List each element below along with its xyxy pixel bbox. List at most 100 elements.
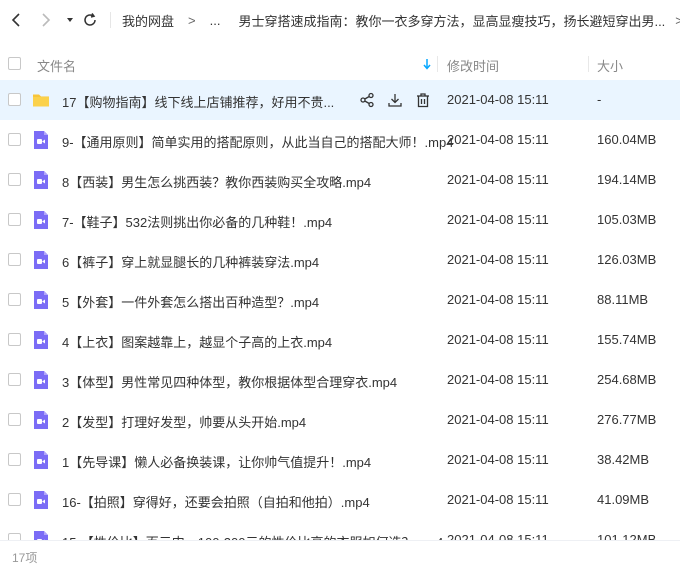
file-size: 41.09MB (597, 492, 650, 507)
column-separator[interactable] (437, 56, 438, 72)
file-modified-time: 2021-04-08 15:11 (447, 412, 549, 427)
file-size: 194.14MB (597, 172, 657, 187)
file-name[interactable]: 9-【通用原则】简单实用的搭配原则，从此当自己的搭配大师！.mp4 (62, 132, 453, 151)
file-modified-time: 2021-04-08 15:11 (447, 252, 549, 267)
breadcrumb-root[interactable]: 我的网盘 (122, 11, 174, 30)
row-checkbox[interactable] (8, 213, 21, 226)
video-file-icon (34, 371, 48, 389)
file-size: 105.03MB (597, 212, 657, 227)
file-name[interactable]: 6【裤子】穿上就显腿长的几种裤装穿法.mp4 (62, 252, 319, 271)
select-all-checkbox[interactable] (8, 57, 21, 70)
file-row[interactable]: 8【西装】男生怎么挑西装？教你西装购买全攻略.mp4 2021-04-08 15… (0, 160, 680, 200)
file-modified-time: 2021-04-08 15:11 (447, 492, 549, 507)
file-row[interactable]: 3【体型】男性常见四种体型，教你根据体型合理穿衣.mp4 2021-04-08 … (0, 360, 680, 400)
file-size: 160.04MB (597, 132, 657, 147)
row-checkbox[interactable] (8, 533, 21, 540)
row-checkbox[interactable] (8, 253, 21, 266)
file-size: 276.77MB (597, 412, 657, 427)
file-row[interactable]: 7-【鞋子】532法则挑出你必备的几种鞋！.mp4 2021-04-08 15:… (0, 200, 680, 240)
column-header-size[interactable]: 大小 (597, 56, 623, 75)
video-file-icon (34, 211, 48, 229)
file-row[interactable]: 5【外套】一件外套怎么搭出百种造型？.mp4 2021-04-08 15:11 … (0, 280, 680, 320)
breadcrumb-trailing-separator[interactable]: > (675, 13, 680, 28)
sort-arrow-down-icon[interactable] (422, 58, 432, 70)
history-dropdown-button[interactable] (60, 10, 80, 30)
file-modified-time: 2021-04-08 15:11 (447, 372, 549, 387)
file-size: 101.12MB (597, 532, 657, 540)
row-checkbox[interactable] (8, 373, 21, 386)
file-name[interactable]: 7-【鞋子】532法则挑出你必备的几种鞋！.mp4 (62, 212, 332, 231)
file-row[interactable]: 16-【拍照】穿得好，还要会拍照（自拍和他拍）.mp4 2021-04-08 1… (0, 480, 680, 520)
row-checkbox[interactable] (8, 293, 21, 306)
column-header-name[interactable]: 文件名 (37, 56, 76, 75)
file-name[interactable]: 1【先导课】懒人必备换装课，让你帅气值提升！.mp4 (62, 452, 371, 471)
file-name[interactable]: 17【购物指南】线下线上店铺推荐，好用不贵... (62, 92, 334, 111)
item-count: 17项 (12, 551, 38, 565)
row-checkbox[interactable] (8, 453, 21, 466)
toolbar-divider (110, 12, 111, 28)
caret-down-icon (67, 18, 73, 22)
video-file-icon (34, 131, 48, 149)
file-modified-time: 2021-04-08 15:11 (447, 172, 549, 187)
file-row[interactable]: 15-【性价比】百元内、100-200元的性价比高的衣服如何选？.mp4 202… (0, 520, 680, 540)
file-name[interactable]: 5【外套】一件外套怎么搭出百种造型？.mp4 (62, 292, 319, 311)
download-icon (388, 94, 402, 107)
file-name[interactable]: 2【发型】打理好发型，帅要从头开始.mp4 (62, 412, 306, 431)
breadcrumb-separator: > (188, 12, 196, 28)
trash-icon (417, 93, 429, 108)
video-file-icon (34, 291, 48, 309)
file-modified-time: 2021-04-08 15:11 (447, 212, 549, 227)
file-name[interactable]: 16-【拍照】穿得好，还要会拍照（自拍和他拍）.mp4 (62, 492, 370, 511)
row-checkbox[interactable] (8, 413, 21, 426)
toolbar: 我的网盘 > ... 男士穿搭速成指南：教你一衣多穿方法，显高显瘦技巧，扬长避短… (0, 0, 680, 40)
refresh-icon (84, 13, 96, 26)
share-icon (360, 92, 374, 108)
video-file-icon (34, 451, 48, 469)
row-checkbox[interactable] (8, 93, 21, 106)
folder-icon (33, 94, 49, 107)
file-row[interactable]: 9-【通用原则】简单实用的搭配原则，从此当自己的搭配大师！.mp4 2021-0… (0, 120, 680, 160)
download-button[interactable] (385, 90, 405, 110)
delete-button[interactable] (413, 90, 433, 110)
back-button[interactable] (6, 10, 26, 30)
row-checkbox[interactable] (8, 133, 21, 146)
file-name[interactable]: 3【体型】男性常见四种体型，教你根据体型合理穿衣.mp4 (62, 372, 397, 391)
share-button[interactable] (357, 90, 377, 110)
file-size: 254.68MB (597, 372, 657, 387)
row-checkbox[interactable] (8, 173, 21, 186)
file-row[interactable]: 4【上衣】图案越靠上，越显个子高的上衣.mp4 2021-04-08 15:11… (0, 320, 680, 360)
breadcrumb-ellipsis[interactable]: ... (210, 13, 221, 28)
file-size: 126.03MB (597, 252, 657, 267)
file-name[interactable]: 8【西装】男生怎么挑西装？教你西装购买全攻略.mp4 (62, 172, 371, 191)
file-modified-time: 2021-04-08 15:11 (447, 532, 549, 540)
row-actions (357, 90, 433, 110)
file-row[interactable]: 17【购物指南】线下线上店铺推荐，好用不贵... 2021-04-08 15:1… (0, 80, 680, 120)
column-header-time[interactable]: 修改时间 (447, 56, 499, 75)
video-file-icon (34, 331, 48, 349)
file-modified-time: 2021-04-08 15:11 (447, 292, 549, 307)
breadcrumb: 我的网盘 > ... 男士穿搭速成指南：教你一衣多穿方法，显高显瘦技巧，扬长避短… (122, 0, 680, 40)
file-name[interactable]: 4【上衣】图案越靠上，越显个子高的上衣.mp4 (62, 332, 332, 351)
file-modified-time: 2021-04-08 15:11 (447, 132, 549, 147)
refresh-button[interactable] (80, 10, 100, 30)
status-bar: 17项 (0, 540, 680, 570)
file-list-header: 文件名 修改时间 大小 (0, 44, 680, 84)
row-checkbox[interactable] (8, 493, 21, 506)
video-file-icon (34, 251, 48, 269)
file-row[interactable]: 6【裤子】穿上就显腿长的几种裤装穿法.mp4 2021-04-08 15:11 … (0, 240, 680, 280)
video-file-icon (34, 411, 48, 429)
video-file-icon (34, 531, 48, 540)
file-size: 88.11MB (597, 292, 649, 307)
file-size: 38.42MB (597, 452, 650, 467)
forward-button[interactable] (36, 10, 56, 30)
breadcrumb-current[interactable]: 男士穿搭速成指南：教你一衣多穿方法，显高显瘦技巧，扬长避短穿出男... (238, 11, 665, 30)
file-modified-time: 2021-04-08 15:11 (447, 332, 549, 347)
file-size: - (597, 92, 602, 107)
row-checkbox[interactable] (8, 333, 21, 346)
chevron-left-icon (11, 13, 20, 27)
file-row[interactable]: 2【发型】打理好发型，帅要从头开始.mp4 2021-04-08 15:11 2… (0, 400, 680, 440)
file-size: 155.74MB (597, 332, 657, 347)
file-name[interactable]: 15-【性价比】百元内、100-200元的性价比高的衣服如何选？.mp4 (62, 532, 443, 540)
column-separator[interactable] (588, 56, 589, 72)
file-row[interactable]: 1【先导课】懒人必备换装课，让你帅气值提升！.mp4 2021-04-08 15… (0, 440, 680, 480)
